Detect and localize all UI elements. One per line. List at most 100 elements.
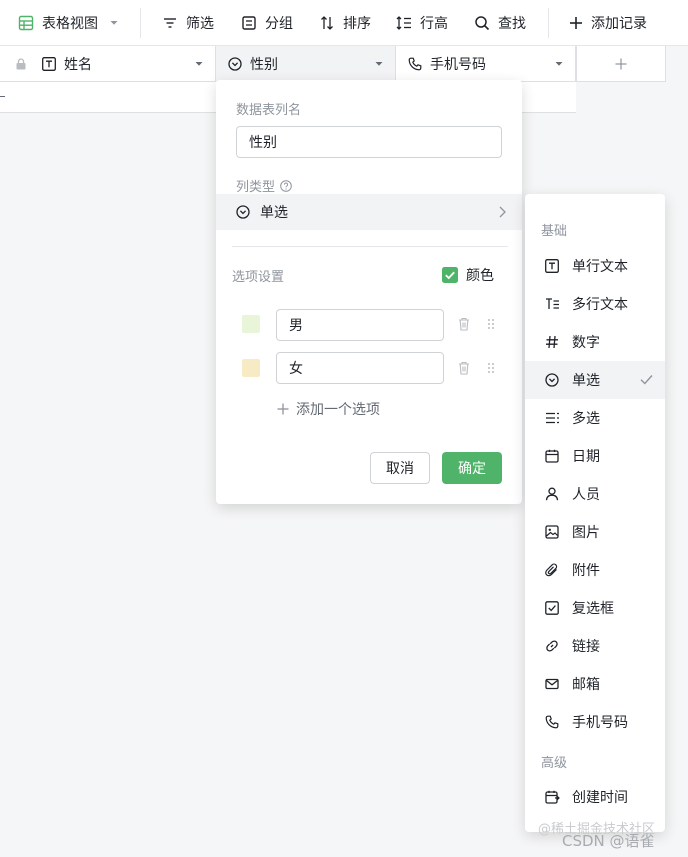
option-value: 男 xyxy=(289,318,303,334)
caret-down-icon[interactable] xyxy=(195,61,203,67)
multi-select-icon xyxy=(544,411,560,425)
column-type-label: 列类型 xyxy=(236,180,276,195)
group-icon xyxy=(241,15,257,31)
chevron-right-icon xyxy=(499,206,506,218)
column-name-input[interactable]: 性别 xyxy=(236,126,502,158)
option-color-swatch[interactable] xyxy=(242,359,260,377)
row-height-button[interactable]: 行高 xyxy=(396,0,448,46)
toolbar-divider xyxy=(140,8,141,38)
image-icon xyxy=(544,525,560,539)
menu-item-label: 邮箱 xyxy=(572,677,600,693)
caret-down-icon[interactable] xyxy=(375,61,383,67)
add-record-button[interactable]: 添加记录 xyxy=(569,0,647,46)
menu-item-phone[interactable]: 手机号码 xyxy=(525,703,665,741)
menu-item-single-select[interactable]: 单选 xyxy=(525,361,665,399)
text-icon xyxy=(42,57,56,71)
column-name: 姓名 xyxy=(64,57,92,73)
column-type-value: 单选 xyxy=(260,205,288,221)
hash-icon xyxy=(544,335,560,349)
caret-down-icon[interactable] xyxy=(555,61,563,67)
confirm-button[interactable]: 确定 xyxy=(442,452,502,484)
paperclip-icon xyxy=(544,563,560,577)
phone-icon xyxy=(408,57,422,71)
menu-item-label: 链接 xyxy=(572,639,600,655)
plus-icon xyxy=(615,58,627,70)
filter-label: 筛选 xyxy=(186,16,214,32)
menu-item-label: 创建时间 xyxy=(572,790,628,806)
text-icon xyxy=(544,259,560,273)
options-label: 选项设置 xyxy=(232,270,285,285)
sort-label: 排序 xyxy=(343,16,371,32)
menu-item-image[interactable]: 图片 xyxy=(525,513,665,551)
add-option-label: 添加一个选项 xyxy=(296,402,380,418)
menu-item-label: 手机号码 xyxy=(572,715,628,731)
row-height-icon xyxy=(396,15,412,31)
view-label: 表格视图 xyxy=(42,16,98,32)
toolbar: 表格视图 筛选 分组 排序 行高 查找 添加记录 xyxy=(0,0,688,46)
table-view-icon xyxy=(18,15,34,31)
menu-item-person[interactable]: 人员 xyxy=(525,475,665,513)
option-value: 女 xyxy=(289,361,303,377)
add-column-button[interactable] xyxy=(576,46,666,82)
column-name-value: 性别 xyxy=(249,135,277,151)
menu-item-calendar-clock[interactable]: 创建时间 xyxy=(525,778,665,816)
column-edit-popup: 数据表列名 性别 列类型 单选 选项设置 颜色 男 女 添加一个选项 取消 确定 xyxy=(216,80,522,504)
menu-item-checkbox[interactable]: 复选框 xyxy=(525,589,665,627)
plus-icon xyxy=(569,16,583,30)
color-label: 颜色 xyxy=(466,268,494,284)
menu-item-calendar[interactable]: 日期 xyxy=(525,437,665,475)
menu-item-label: 单选 xyxy=(572,373,600,389)
menu-item-paperclip[interactable]: 附件 xyxy=(525,551,665,589)
menu-item-label: 多选 xyxy=(572,411,600,427)
trash-icon[interactable] xyxy=(458,361,470,375)
menu-item-multi-select[interactable]: 多选 xyxy=(525,399,665,437)
column-name: 性别 xyxy=(250,57,278,73)
checkbox-icon xyxy=(544,601,560,615)
trash-icon[interactable] xyxy=(458,317,470,331)
caret-down-icon xyxy=(110,20,118,26)
option-input[interactable]: 女 xyxy=(276,352,444,384)
section-divider xyxy=(232,246,508,247)
link-icon xyxy=(544,639,560,653)
menu-item-label: 多行文本 xyxy=(572,297,628,313)
column-type-selector[interactable]: 单选 xyxy=(216,194,522,230)
column-name-label: 数据表列名 xyxy=(236,103,302,118)
option-input[interactable]: 男 xyxy=(276,309,444,341)
menu-item-mail[interactable]: 邮箱 xyxy=(525,665,665,703)
color-toggle[interactable]: 颜色 xyxy=(442,265,494,285)
drag-handle-icon[interactable] xyxy=(487,362,495,374)
menu-item-multiline-text[interactable]: 多行文本 xyxy=(525,285,665,323)
grid-header: 姓名 性别 手机号码 xyxy=(0,46,576,82)
calendar-icon xyxy=(544,449,560,463)
mail-icon xyxy=(544,677,560,691)
menu-item-label: 附件 xyxy=(572,563,600,579)
column-header-phone[interactable]: 手机号码 xyxy=(396,46,576,82)
help-icon[interactable] xyxy=(280,179,292,192)
menu-item-link[interactable]: 链接 xyxy=(525,627,665,665)
option-color-swatch[interactable] xyxy=(242,315,260,333)
cancel-button[interactable]: 取消 xyxy=(370,452,430,484)
plus-icon xyxy=(277,403,289,415)
sort-icon xyxy=(319,15,335,31)
menu-item-label: 人员 xyxy=(572,487,600,503)
filter-button[interactable]: 筛选 xyxy=(162,0,214,46)
group-button[interactable]: 分组 xyxy=(241,0,293,46)
group-label: 分组 xyxy=(265,16,293,32)
search-button[interactable]: 查找 xyxy=(474,0,526,46)
toolbar-divider xyxy=(548,8,549,38)
view-switcher[interactable]: 表格视图 xyxy=(18,0,118,46)
column-header-gender[interactable]: 性别 xyxy=(216,46,396,82)
menu-item-label: 数字 xyxy=(572,335,600,351)
menu-item-text[interactable]: 单行文本 xyxy=(525,247,665,285)
menu-group-advanced: 高级 xyxy=(541,756,568,771)
sort-button[interactable]: 排序 xyxy=(319,0,371,46)
person-icon xyxy=(544,487,560,501)
menu-item-label: 日期 xyxy=(572,449,600,465)
column-header-name[interactable]: 姓名 xyxy=(0,46,216,82)
add-option-button[interactable]: 添加一个选项 xyxy=(277,399,380,419)
drag-handle-icon[interactable] xyxy=(487,318,495,330)
menu-item-label: 单行文本 xyxy=(572,259,628,275)
lock-icon xyxy=(16,58,26,70)
menu-item-hash[interactable]: 数字 xyxy=(525,323,665,361)
watermark-csdn: CSDN @语雀 xyxy=(562,832,655,850)
